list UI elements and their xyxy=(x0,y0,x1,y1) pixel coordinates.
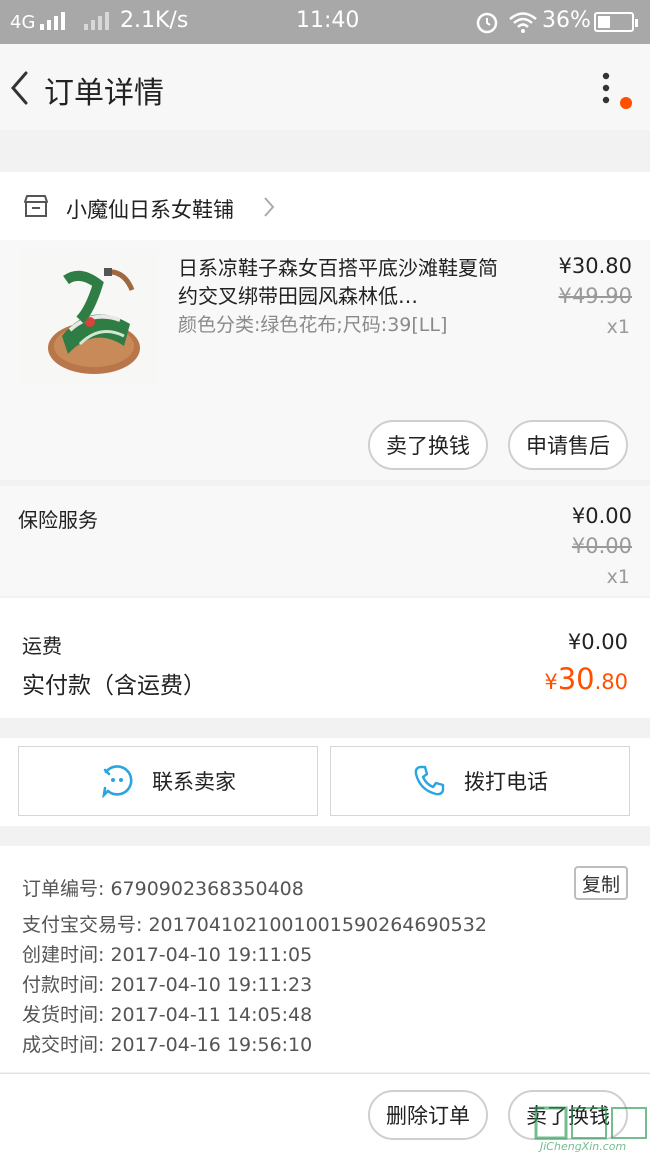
shop-name: 小魔仙日系女鞋铺 xyxy=(66,198,234,222)
watermark-logo xyxy=(534,1106,647,1140)
network-type: 4G xyxy=(10,12,36,33)
nav-bar: 订单详情 xyxy=(0,44,650,130)
watermark-text: JiChengXin.com xyxy=(540,1140,627,1153)
watermark: JiChengXin.com xyxy=(532,1102,650,1155)
alarm-icon xyxy=(476,12,498,34)
item-quantity: x1 xyxy=(606,316,630,338)
completed-time: 成交时间: 2017-04-16 19:56:10 xyxy=(22,1034,313,1056)
notification-dot xyxy=(620,97,632,109)
clock: 11:40 xyxy=(296,8,360,33)
shipping-value: ¥0.00 xyxy=(567,630,628,654)
network-speed: 2.1K/s xyxy=(120,8,189,33)
paid-time: 付款时间: 2017-04-10 19:11:23 xyxy=(22,974,313,996)
order-item[interactable]: 日系凉鞋子森女百搭平底沙滩鞋夏简约交叉绑带田园风森林低… 颜色分类:绿色花布;尺… xyxy=(0,240,650,480)
status-bar: 4G 2.1K/s 11:40 36% xyxy=(0,0,650,44)
signal-icon xyxy=(40,12,65,30)
chevron-right-icon xyxy=(264,197,275,217)
more-icon[interactable] xyxy=(596,70,616,110)
shipped-time: 发货时间: 2017-04-11 14:05:48 xyxy=(22,1004,313,1026)
alipay-trade-number: 支付宝交易号: 2017041021001001590264690532 xyxy=(22,914,487,936)
battery-icon xyxy=(594,12,638,32)
delete-order-button[interactable]: 删除订单 xyxy=(368,1090,488,1140)
page-title: 订单详情 xyxy=(44,76,164,111)
order-info: 订单编号: 6790902368350408 复制 支付宝交易号: 201704… xyxy=(0,846,650,1072)
order-number: 订单编号: 6790902368350408 xyxy=(22,878,304,900)
after-sales-button[interactable]: 申请售后 xyxy=(508,420,628,470)
total-currency: ¥ xyxy=(544,670,558,694)
call-label: 拨打电话 xyxy=(464,770,548,794)
contact-seller-label: 联系卖家 xyxy=(152,770,236,794)
insurance-label: 保险服务 xyxy=(18,508,98,532)
chat-icon xyxy=(102,765,133,798)
contact-seller-button[interactable]: 联系卖家 xyxy=(18,746,318,816)
resell-button[interactable]: 卖了换钱 xyxy=(368,420,488,470)
sandal-image xyxy=(20,250,158,386)
product-image[interactable] xyxy=(20,250,158,386)
wifi-icon xyxy=(509,12,537,33)
shop-icon xyxy=(24,195,48,217)
back-icon[interactable] xyxy=(8,70,32,106)
copy-button[interactable]: 复制 xyxy=(574,866,628,900)
created-time: 创建时间: 2017-04-10 19:11:05 xyxy=(22,944,313,966)
call-button[interactable]: 拨打电话 xyxy=(330,746,630,816)
insurance-row: 保险服务 ¥0.00 ¥0.00 x1 xyxy=(0,486,650,596)
insurance-price: ¥0.00 xyxy=(571,504,632,528)
shop-row[interactable]: 小魔仙日系女鞋铺 xyxy=(0,172,650,241)
total-value: ¥30.80 xyxy=(544,662,628,696)
battery-percent: 36% xyxy=(542,8,591,33)
insurance-quantity: x1 xyxy=(606,566,630,588)
total-label: 实付款（含运费） xyxy=(22,673,206,699)
insurance-original-price: ¥0.00 xyxy=(571,534,632,558)
signal-secondary-icon xyxy=(84,12,109,30)
item-sku: 颜色分类:绿色花布;尺码:39[LL] xyxy=(178,314,448,336)
contact-bar: 联系卖家 拨打电话 xyxy=(0,738,650,826)
item-original-price: ¥49.90 xyxy=(558,284,632,308)
item-price: ¥30.80 xyxy=(558,254,632,278)
item-title[interactable]: 日系凉鞋子森女百搭平底沙滩鞋夏简约交叉绑带田园风森林低… xyxy=(178,254,498,310)
total-integer: 30 xyxy=(557,662,595,696)
total-decimal: .80 xyxy=(594,670,628,694)
shipping-label: 运费 xyxy=(22,634,62,658)
phone-icon xyxy=(414,765,445,796)
payment-summary: 运费 ¥0.00 实付款（含运费） ¥30.80 xyxy=(0,598,650,718)
